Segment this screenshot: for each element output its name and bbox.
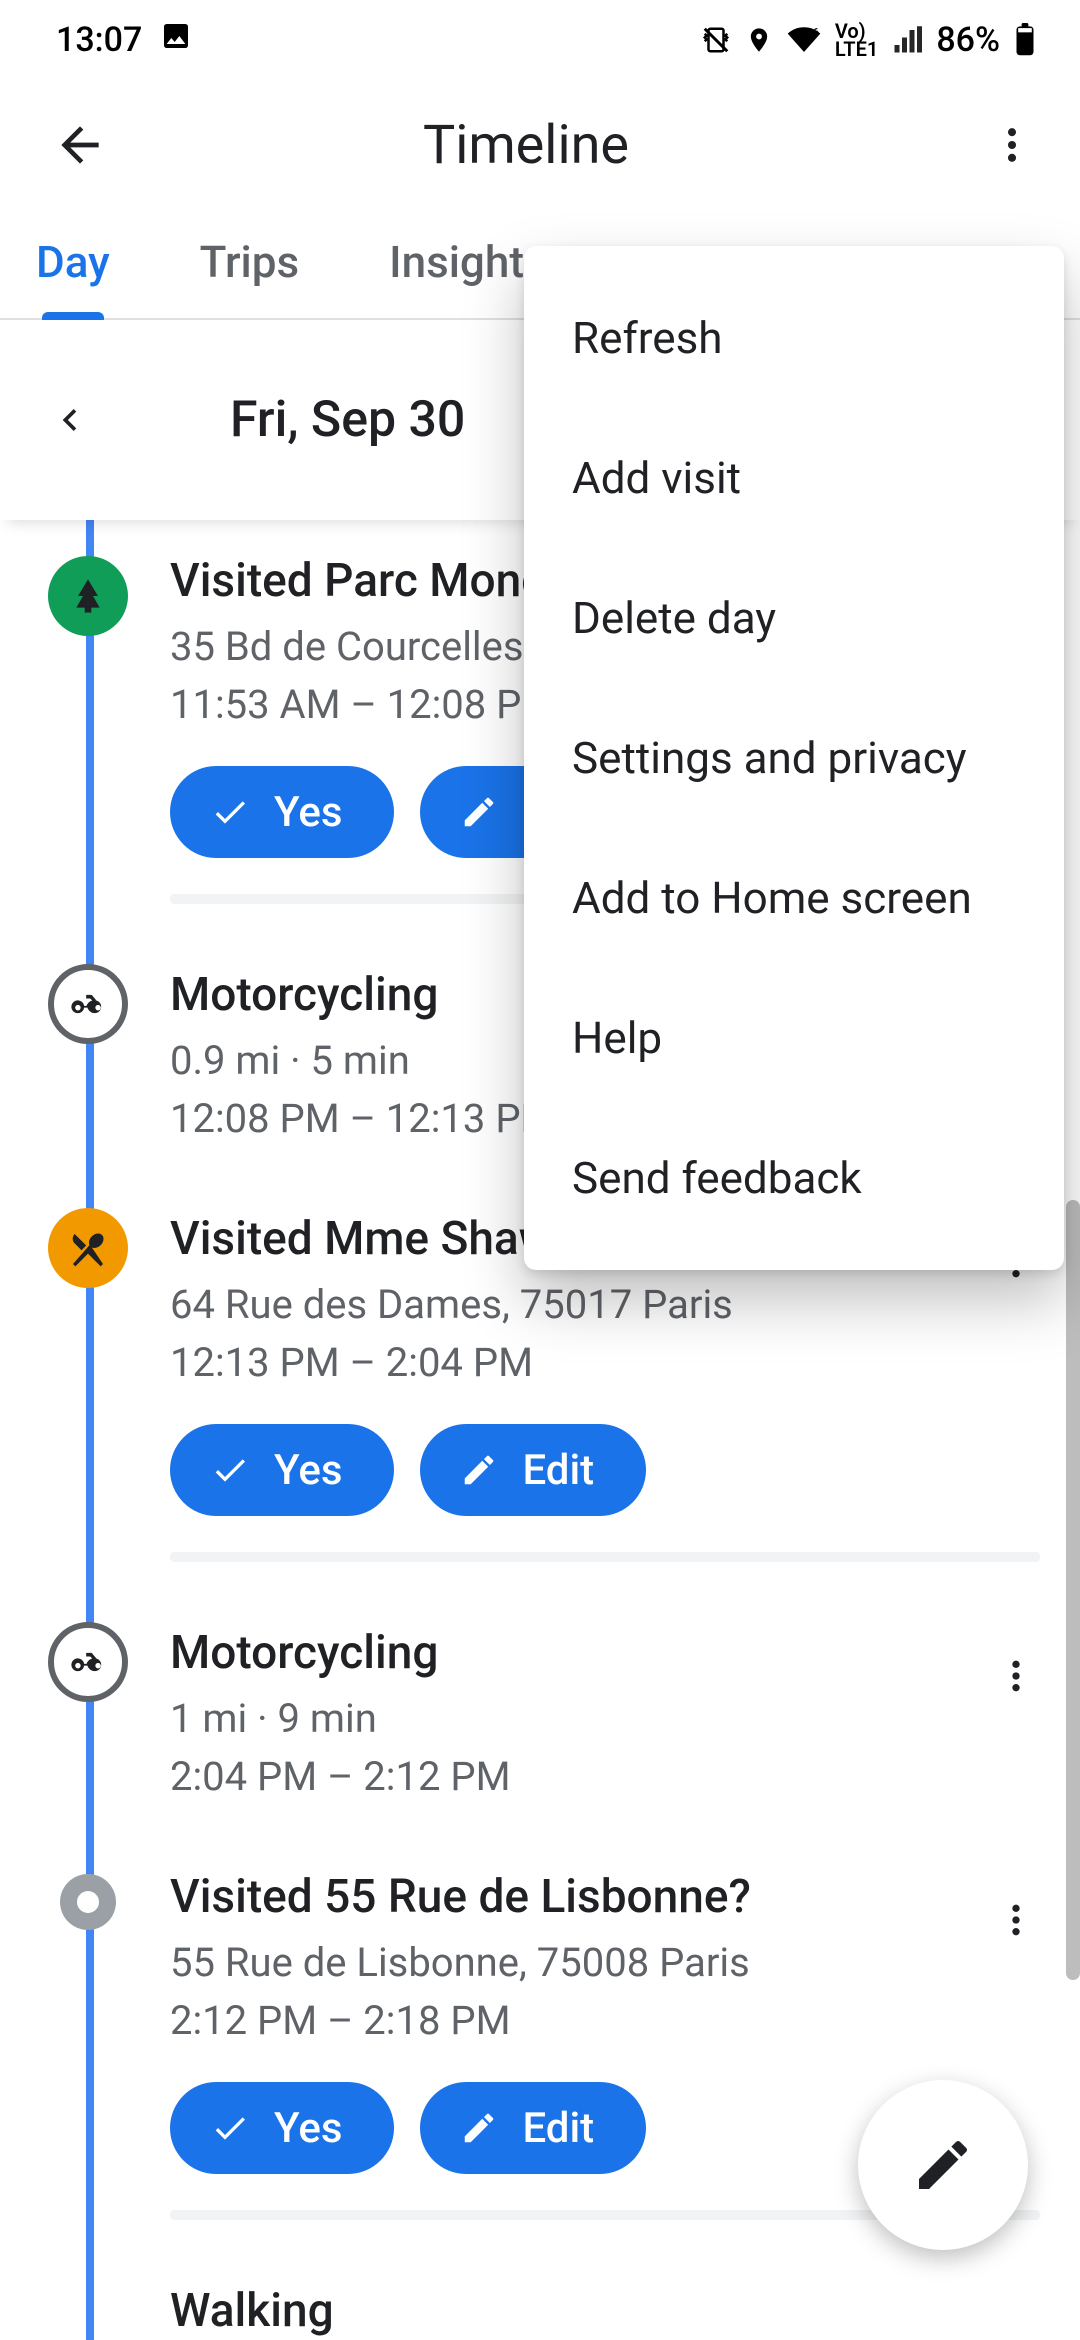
overflow-menu: Refresh Add visit Delete day Settings an… — [524, 246, 1064, 1270]
svg-text:6: 6 — [812, 25, 819, 39]
restaurant-icon — [48, 1208, 128, 1288]
status-bar: 13:07 6 Vo)LTE1 86% — [0, 0, 1080, 80]
entry-title: Visited 55 Rue de Lisbonne? — [170, 1870, 1040, 1924]
edit-label: Edit — [522, 2104, 594, 2153]
menu-add-visit[interactable]: Add visit — [524, 408, 1064, 548]
fab-edit-button[interactable] — [858, 2080, 1028, 2250]
battery-percent: 86% — [936, 20, 1000, 60]
battery-icon — [1014, 23, 1036, 57]
yes-button[interactable]: Yes — [170, 766, 394, 858]
menu-settings-privacy[interactable]: Settings and privacy — [524, 688, 1064, 828]
tab-insights[interactable]: Insights — [389, 236, 547, 318]
signal-icon — [892, 25, 922, 55]
entry-address: 64 Rue des Dames, 75017 Paris — [170, 1276, 1040, 1334]
entry-time: 2:04 PM – 2:12 PM — [170, 1748, 1040, 1806]
edit-button[interactable]: Edit — [420, 1424, 646, 1516]
wifi-icon: 6 — [787, 25, 821, 55]
yes-label: Yes — [274, 788, 342, 837]
page-title: Timeline — [80, 114, 972, 177]
menu-help[interactable]: Help — [524, 968, 1064, 1108]
menu-delete-day[interactable]: Delete day — [524, 548, 1064, 688]
status-time: 13:07 — [56, 20, 142, 60]
motorcycle-icon — [48, 964, 128, 1044]
vibrate-off-icon — [701, 25, 731, 55]
park-icon — [48, 556, 128, 636]
entry-title: Motorcycling — [170, 1626, 1040, 1680]
app-bar: Timeline — [0, 80, 1080, 210]
place-dot-icon — [60, 1874, 116, 1930]
entry-separator — [170, 1552, 1040, 1562]
menu-add-homescreen[interactable]: Add to Home screen — [524, 828, 1064, 968]
yes-label: Yes — [274, 1446, 342, 1495]
tab-trips[interactable]: Trips — [200, 236, 299, 318]
tab-day[interactable]: Day — [36, 236, 110, 318]
menu-refresh[interactable]: Refresh — [524, 268, 1064, 408]
entry-distance: 1 mi · 9 min — [170, 1690, 1040, 1748]
entry-more-button[interactable] — [996, 1900, 1036, 1944]
entry-time: 12:13 PM – 2:04 PM — [170, 1334, 1040, 1392]
yes-label: Yes — [274, 2104, 342, 2153]
scrollbar[interactable] — [1066, 1200, 1080, 1980]
location-icon — [745, 26, 773, 54]
edit-label: Edit — [522, 1446, 594, 1495]
more-options-button[interactable] — [972, 105, 1052, 185]
entry-address: 55 Rue de Lisbonne, 75008 Paris — [170, 1934, 1040, 1992]
timeline-entry[interactable]: Walking — [0, 2250, 1080, 2338]
lte-icon: Vo)LTE1 — [835, 22, 878, 58]
entry-more-button[interactable] — [996, 1656, 1036, 1700]
image-icon — [160, 20, 192, 61]
prev-day-button[interactable] — [30, 380, 110, 460]
timeline-entry[interactable]: Motorcycling 1 mi · 9 min 2:04 PM – 2:12… — [0, 1592, 1080, 1836]
entry-time: 2:12 PM – 2:18 PM — [170, 1992, 1040, 2050]
motorcycle-icon — [48, 1622, 128, 1702]
menu-send-feedback[interactable]: Send feedback — [524, 1108, 1064, 1248]
edit-button[interactable]: Edit — [420, 2082, 646, 2174]
entry-title: Walking — [170, 2284, 1040, 2338]
yes-button[interactable]: Yes — [170, 2082, 394, 2174]
yes-button[interactable]: Yes — [170, 1424, 394, 1516]
